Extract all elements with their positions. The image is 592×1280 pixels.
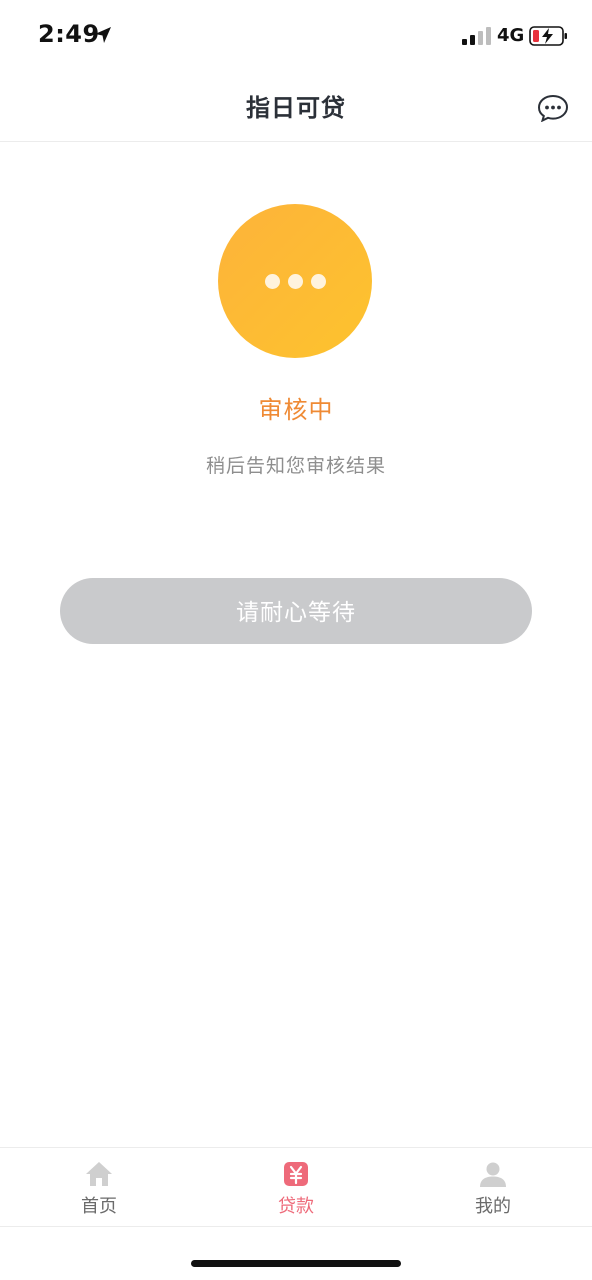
- battery-charging-icon: [529, 26, 567, 46]
- pending-dots-icon: [218, 204, 372, 358]
- signal-icon: [462, 27, 491, 45]
- network-type: 4G: [497, 25, 525, 46]
- please-wait-button[interactable]: 请耐心等待: [60, 578, 532, 644]
- chat-bubble-icon[interactable]: [537, 94, 569, 122]
- navigation-bar: 指日可贷: [0, 72, 592, 142]
- user-icon: [480, 1162, 506, 1187]
- tab-label: 我的: [475, 1196, 511, 1217]
- status-time: 2:49: [38, 20, 100, 48]
- review-status-title: 审核中: [258, 396, 334, 424]
- location-arrow-icon: [95, 27, 111, 43]
- status-bar: 2:49 4G: [0, 0, 592, 72]
- review-status-description: 稍后告知您审核结果: [205, 455, 386, 477]
- tab-mine[interactable]: 我的: [433, 1148, 553, 1226]
- tab-label: 首页: [81, 1196, 117, 1217]
- tab-bar: 首页 贷款 我的: [0, 1147, 592, 1227]
- dot: [264, 274, 280, 289]
- dot: [310, 274, 326, 289]
- tab-loan[interactable]: 贷款: [236, 1148, 356, 1226]
- yen-icon: [284, 1162, 308, 1186]
- home-icon: [86, 1162, 112, 1186]
- tab-home[interactable]: 首页: [39, 1148, 159, 1226]
- tab-label: 贷款: [278, 1196, 314, 1217]
- dot: [287, 274, 303, 289]
- home-indicator: [191, 1260, 401, 1267]
- page-title: 指日可贷: [246, 94, 346, 122]
